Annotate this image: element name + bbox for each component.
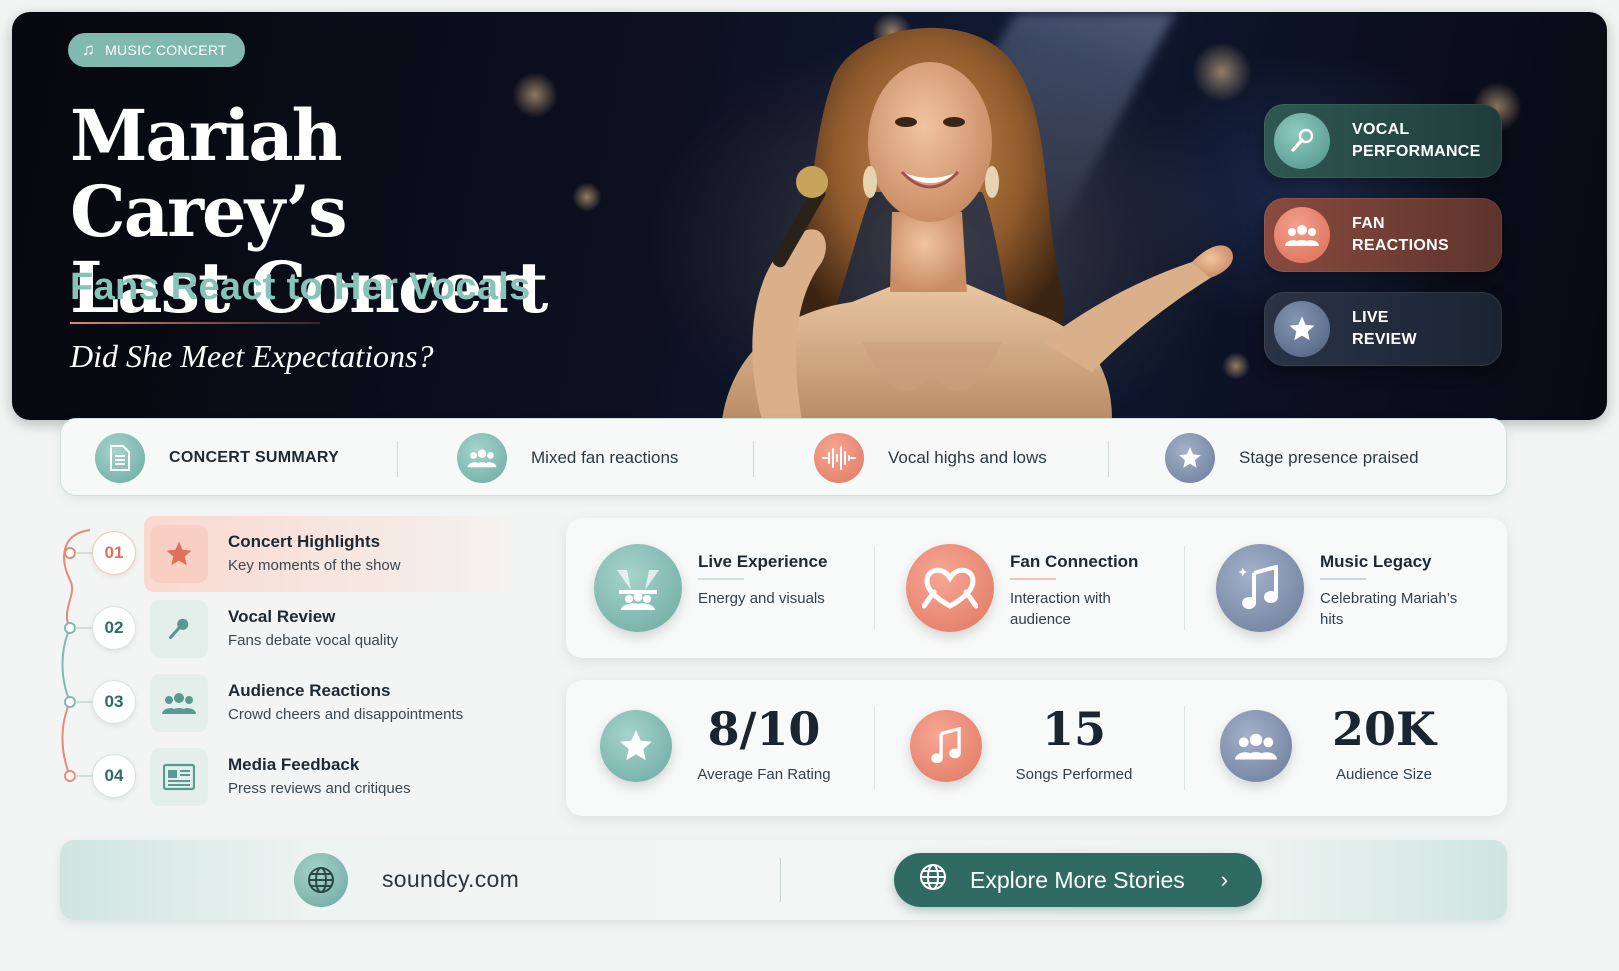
concert-summary-bar: CONCERT SUMMARY Mixed fan reactions Voca…	[60, 418, 1507, 496]
summary-item-vocal: Vocal highs and lows	[814, 419, 1047, 497]
stat-label: Songs Performed	[1015, 766, 1133, 783]
summary-label-stage: Stage presence praised	[1239, 448, 1419, 467]
timeline-title: Media Feedback	[228, 755, 360, 774]
card-music-legacy[interactable]: Music Legacy Celebrating Mariah’s hits	[1188, 518, 1498, 658]
document-icon	[95, 433, 145, 483]
stats-panel: 8/10 Average Fan Rating 15 Songs Perform…	[566, 680, 1507, 816]
timeline-desc: Fans debate vocal quality	[228, 632, 399, 649]
stat-label: Audience Size	[1336, 766, 1432, 783]
stat-songs: 15 Songs Performed	[876, 680, 1186, 816]
music-note-icon	[910, 710, 982, 782]
site-link[interactable]: soundcy.com	[382, 866, 519, 893]
timeline-number: 01	[92, 531, 136, 575]
timeline-number: 03	[92, 680, 136, 724]
fan-reactions-button[interactable]: FAN REACTIONS	[1264, 198, 1502, 272]
page-question: Did She Meet Expectations?	[70, 338, 434, 374]
timeline-number: 02	[92, 606, 136, 650]
summary-label-vocal: Vocal highs and lows	[888, 448, 1047, 467]
music-note-icon: ♫	[82, 40, 96, 59]
pill-fan-line2: REACTIONS	[1352, 237, 1449, 254]
summary-item-fans: Mixed fan reactions	[457, 419, 678, 497]
heart-hands-icon	[906, 544, 994, 632]
soundwave-icon	[814, 433, 864, 483]
timeline-desc: Crowd cheers and disappointments	[228, 706, 464, 723]
stat-value: 15	[1041, 702, 1106, 756]
people-icon	[457, 433, 507, 483]
star-icon	[1274, 301, 1330, 357]
singer-photo	[722, 27, 1233, 420]
stat-value: 20K	[1332, 702, 1436, 756]
feature-cards: Live Experience Energy and visuals Fan C…	[566, 518, 1507, 658]
card-desc: Interaction with audience	[1010, 590, 1111, 628]
stat-value: 8/10	[707, 702, 821, 756]
explore-more-button[interactable]: Explore More Stories ›	[894, 853, 1262, 907]
card-title: Music Legacy	[1320, 552, 1432, 571]
star-icon	[600, 710, 672, 782]
timeline-item-media[interactable]: 04 Media Feedback Press reviews and crit…	[56, 743, 526, 811]
pill-live-line1: LIVE	[1352, 309, 1389, 326]
footer-bar: soundcy.com Explore More Stories ›	[60, 840, 1507, 920]
card-title: Live Experience	[698, 552, 828, 571]
timeline-title: Concert Highlights	[228, 532, 381, 551]
people-icon	[1220, 710, 1292, 782]
star-icon	[1165, 433, 1215, 483]
music-note-icon	[1216, 544, 1304, 632]
globe-icon	[294, 853, 348, 907]
card-desc: Energy and visuals	[698, 590, 825, 607]
summary-item-stage: Stage presence praised	[1165, 419, 1419, 497]
timeline-desc: Press reviews and critiques	[228, 780, 411, 797]
timeline-title: Vocal Review	[228, 607, 336, 626]
category-tag-label: MUSIC CONCERT	[105, 42, 227, 58]
page-subtitle: Fans React to Her Vocals	[70, 266, 531, 308]
explore-more-label: Explore More Stories	[970, 866, 1185, 893]
summary-title-item: CONCERT SUMMARY	[95, 419, 339, 497]
card-fan-connection[interactable]: Fan Connection Interaction with audience	[878, 518, 1188, 658]
stat-audience: 20K Audience Size	[1186, 680, 1496, 816]
timeline-item-audience[interactable]: 03 Audience Reactions Crowd cheers and d…	[56, 669, 526, 737]
summary-title: CONCERT SUMMARY	[169, 449, 340, 466]
hero-banner: ♫ MUSIC CONCERT Mariah Carey’s Last Conc…	[12, 12, 1607, 420]
people-icon	[1274, 207, 1330, 263]
timeline-desc: Key moments of the show	[228, 557, 401, 574]
topic-timeline: 01 Concert Highlights Key moments of the…	[56, 516, 536, 811]
pill-fan-line1: FAN	[1352, 215, 1385, 232]
star-icon	[150, 525, 208, 583]
stage-icon	[594, 544, 682, 632]
newspaper-icon	[150, 748, 208, 806]
chevron-right-icon: ›	[1220, 867, 1229, 892]
card-title: Fan Connection	[1010, 552, 1139, 571]
stat-label: Average Fan Rating	[697, 766, 831, 783]
crowd-icon	[150, 674, 208, 732]
timeline-title: Audience Reactions	[228, 681, 391, 700]
timeline-item-highlights[interactable]: 01 Concert Highlights Key moments of the…	[56, 520, 526, 588]
live-review-button[interactable]: LIVE REVIEW	[1264, 292, 1502, 366]
microphone-icon	[1274, 113, 1330, 169]
globe-icon	[918, 862, 948, 898]
pill-vocal-line1: VOCAL	[1352, 121, 1410, 138]
timeline-number: 04	[92, 754, 136, 798]
title-line-1: Mariah Carey’s	[70, 94, 348, 253]
pill-live-line2: REVIEW	[1352, 331, 1417, 348]
card-live-experience[interactable]: Live Experience Energy and visuals	[566, 518, 876, 658]
microphone-icon	[150, 600, 208, 658]
card-desc: Celebrating Mariah’s hits	[1320, 590, 1458, 628]
timeline-item-vocal[interactable]: 02 Vocal Review Fans debate vocal qualit…	[56, 595, 526, 663]
vocal-performance-button[interactable]: VOCAL PERFORMANCE	[1264, 104, 1502, 178]
stat-fan-rating: 8/10 Average Fan Rating	[566, 680, 876, 816]
category-tag: ♫ MUSIC CONCERT	[68, 33, 245, 67]
pill-vocal-line2: PERFORMANCE	[1352, 143, 1481, 160]
title-divider	[70, 322, 320, 324]
summary-label-fans: Mixed fan reactions	[531, 448, 679, 467]
